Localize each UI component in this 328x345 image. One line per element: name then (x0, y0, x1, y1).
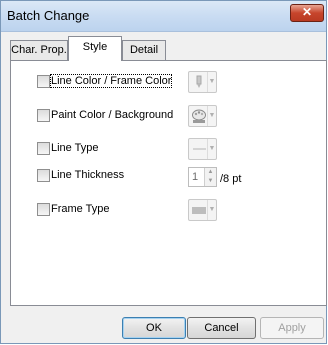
line-type-icon (193, 148, 206, 150)
line-thickness-unit: /8 pt (220, 173, 242, 185)
line-type-dropdown[interactable]: ▼ (188, 138, 217, 160)
paint-palette-icon (192, 109, 206, 123)
line-type-label[interactable]: Line Type (51, 142, 99, 154)
line-thickness-checkbox[interactable] (37, 169, 50, 182)
chevron-down-icon: ▼ (207, 200, 216, 220)
line-type-checkbox[interactable] (37, 142, 50, 155)
line-thickness-stepper[interactable]: 1 ▲ ▼ (188, 167, 217, 187)
pen-icon (196, 75, 202, 88)
close-button[interactable]: ✕ (290, 4, 324, 22)
line-color-dropdown[interactable]: ▼ (188, 71, 217, 93)
chevron-down-icon: ▼ (207, 106, 216, 126)
frame-type-checkbox[interactable] (37, 203, 50, 216)
tab-style[interactable]: Style (68, 36, 122, 61)
tab-char-prop[interactable]: Char. Prop. (10, 40, 68, 60)
chevron-down-icon: ▼ (207, 139, 216, 159)
apply-button[interactable]: Apply (260, 317, 324, 339)
ok-button[interactable]: OK (122, 317, 186, 339)
line-thickness-value[interactable]: 1 (192, 171, 198, 183)
frame-type-label[interactable]: Frame Type (51, 203, 110, 215)
line-color-checkbox[interactable] (37, 75, 50, 88)
paint-color-label[interactable]: Paint Color / Background (51, 109, 173, 121)
batch-change-dialog: Batch Change ✕ Char. Prop. Style Detail … (0, 0, 327, 344)
style-tab-panel (10, 60, 327, 306)
stepper-down-icon[interactable]: ▼ (205, 177, 216, 186)
title-bar[interactable]: Batch Change ✕ (1, 1, 326, 32)
paint-color-dropdown[interactable]: ▼ (188, 105, 217, 127)
tab-detail[interactable]: Detail (122, 40, 166, 60)
line-color-label[interactable]: Line Color / Frame Color (49, 74, 173, 88)
line-thickness-label[interactable]: Line Thickness (51, 169, 124, 181)
chevron-down-icon: ▼ (207, 72, 216, 92)
stepper-buttons[interactable]: ▲ ▼ (204, 168, 216, 186)
paint-color-checkbox[interactable] (37, 109, 50, 122)
cancel-button[interactable]: Cancel (187, 317, 256, 339)
window-title: Batch Change (7, 8, 90, 23)
frame-type-icon (192, 207, 206, 214)
frame-type-dropdown[interactable]: ▼ (188, 199, 217, 221)
close-icon: ✕ (301, 5, 313, 19)
